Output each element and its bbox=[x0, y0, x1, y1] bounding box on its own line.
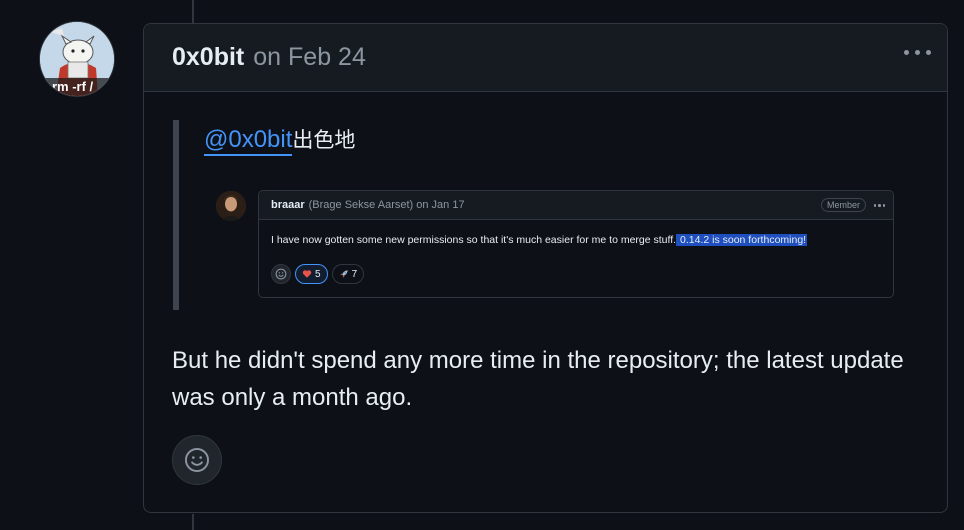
comment-body: But he didn't spend any more time in the… bbox=[172, 347, 904, 411]
comment-date[interactable]: on Feb 24 bbox=[253, 43, 366, 72]
timeline-line bbox=[192, 0, 194, 24]
rocket-count: 7 bbox=[351, 268, 358, 280]
smiley-icon bbox=[185, 448, 209, 472]
timeline: rm -rf / 0x0bit on Feb 24 @0x0bit出色地 bra… bbox=[0, 0, 964, 530]
smiley-icon bbox=[271, 264, 291, 284]
comment-options-button[interactable] bbox=[904, 50, 931, 55]
rocket-reaction: 7 bbox=[331, 264, 365, 284]
mention-line: @0x0bit出色地 bbox=[204, 124, 356, 156]
dot-icon bbox=[926, 50, 931, 55]
quoted-comment-header: braaar (Brage Sekse Aarset) on Jan 17 Me… bbox=[259, 191, 893, 220]
quoted-comment-body: I have now gotten some new permissions s… bbox=[271, 234, 808, 246]
quoted-author-name: braaar bbox=[271, 199, 305, 211]
blockquote: @0x0bit出色地 braaar (Brage Sekse Aarset) o… bbox=[173, 120, 898, 310]
comment-card: 0x0bit on Feb 24 @0x0bit出色地 braaar (Brag… bbox=[143, 23, 948, 513]
quoted-body-text: I have now gotten some new permissions s… bbox=[271, 234, 677, 246]
quoted-reactions: 5 7 bbox=[271, 264, 365, 284]
quoted-comment-screenshot: braaar (Brage Sekse Aarset) on Jan 17 Me… bbox=[258, 190, 894, 298]
author-avatar[interactable]: rm -rf / bbox=[40, 22, 114, 96]
member-badge: Member bbox=[820, 198, 866, 212]
heart-count: 5 bbox=[315, 268, 321, 280]
avatar-illustration: rm -rf / bbox=[40, 22, 114, 96]
quoted-author-meta: (Brage Sekse Aarset) on Jan 17 bbox=[308, 199, 465, 211]
heart-reaction: 5 bbox=[295, 264, 328, 284]
user-mention-link[interactable]: @0x0bit bbox=[204, 126, 293, 156]
timeline-line bbox=[192, 514, 194, 530]
mention-suffix: 出色地 bbox=[292, 128, 356, 152]
rocket-icon bbox=[339, 270, 348, 278]
avatar-caption: rm -rf / bbox=[52, 79, 94, 94]
dot-icon bbox=[904, 50, 909, 55]
comment-header: 0x0bit on Feb 24 bbox=[144, 24, 947, 92]
person-avatar-icon bbox=[216, 191, 246, 221]
author-name[interactable]: 0x0bit bbox=[172, 43, 244, 72]
dot-icon bbox=[915, 50, 920, 55]
heart-icon bbox=[302, 270, 312, 278]
quoted-author-avatar bbox=[216, 191, 246, 221]
quoted-body-highlight: 0.14.2 is soon forthcoming! bbox=[676, 234, 808, 246]
add-reaction-button[interactable] bbox=[172, 435, 222, 485]
quoted-options-icon bbox=[873, 204, 885, 207]
